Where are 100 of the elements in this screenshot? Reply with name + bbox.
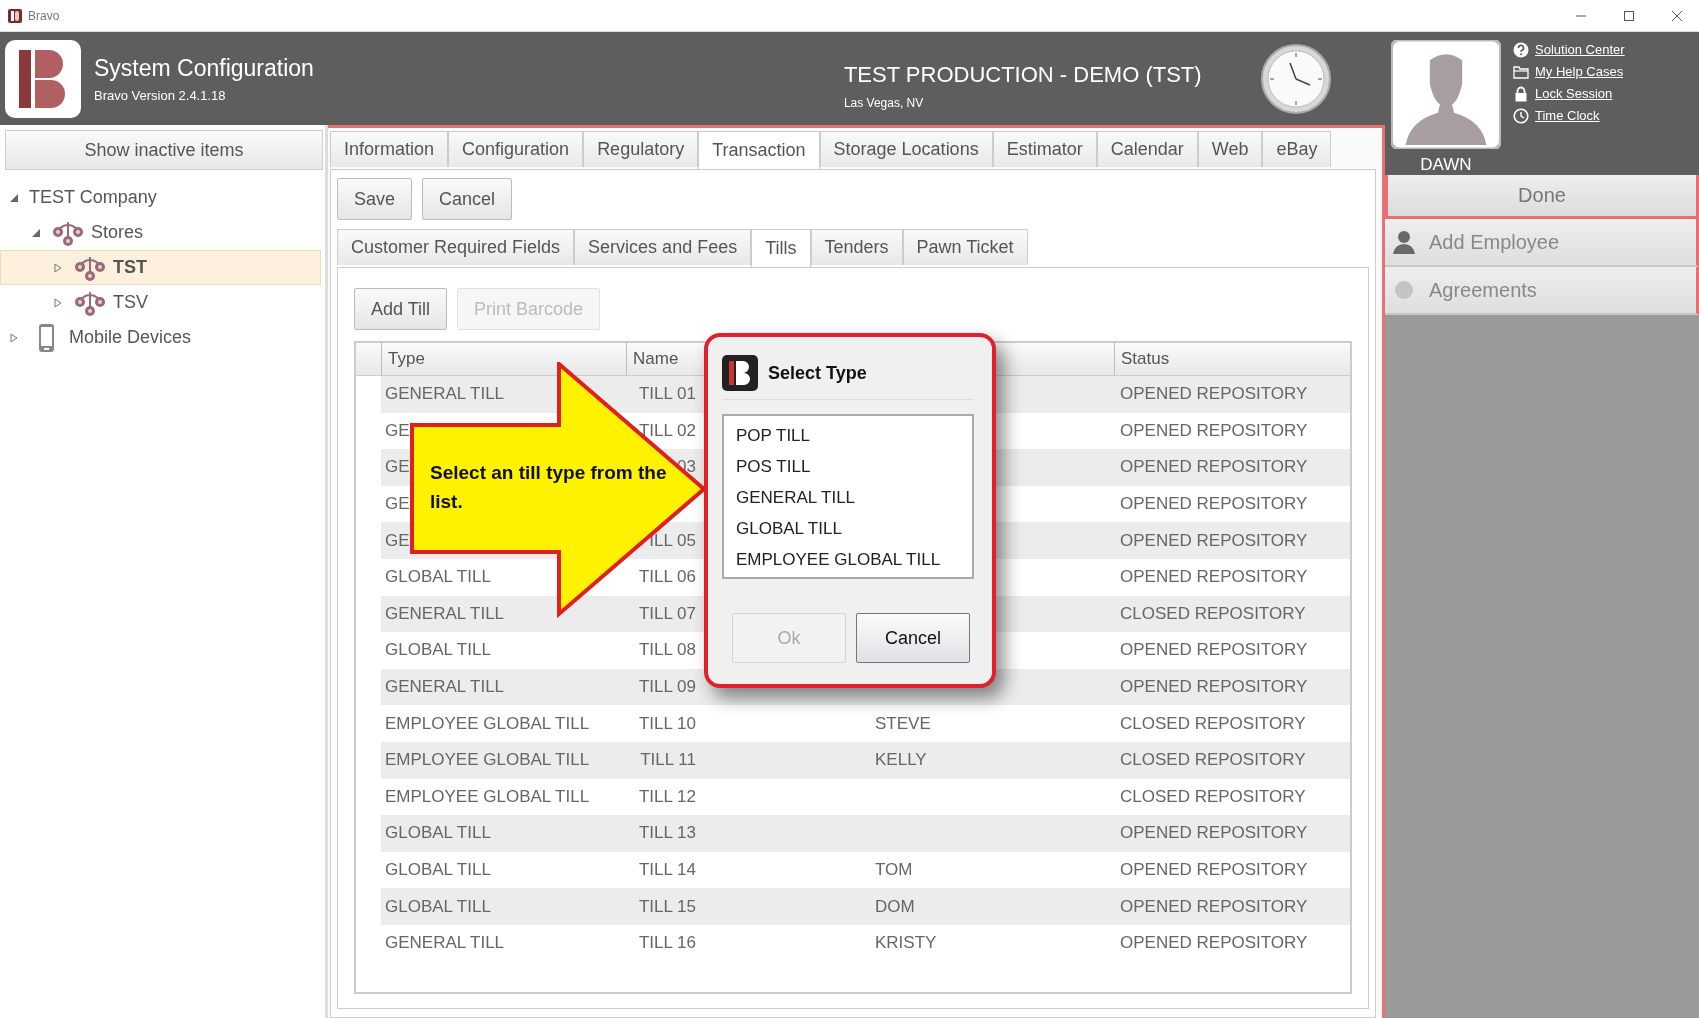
- table-cell: EMPLOYEE GLOBAL TILL: [385, 786, 590, 807]
- tree-label: TST: [113, 257, 147, 278]
- app-title: System Configuration: [94, 54, 314, 82]
- clock-icon: [1513, 107, 1529, 124]
- table-cell: OPENED REPOSITORY: [1120, 860, 1308, 880]
- clock-icon: [1259, 42, 1332, 115]
- list-item[interactable]: POS TILL: [736, 451, 972, 482]
- callout-text: Select an till type from the list.: [430, 461, 668, 514]
- table-cell: OPENED REPOSITORY: [1120, 677, 1308, 698]
- tab[interactable]: Web: [1197, 131, 1263, 167]
- table-cell: OPENED REPOSITORY: [1120, 457, 1308, 478]
- table-cell: OPENED REPOSITORY: [1120, 640, 1308, 661]
- tree-item[interactable]: TST: [0, 250, 321, 285]
- table-cell: ILL 05: [649, 530, 696, 551]
- table-cell: OPENED REPOSITORY: [1120, 420, 1308, 441]
- tab[interactable]: Tills: [751, 229, 811, 267]
- tree-label: Mobile Devices: [69, 327, 192, 348]
- tab[interactable]: Regulatory: [583, 131, 699, 167]
- tree-label: Stores: [91, 222, 144, 243]
- dialog-title: Select Type: [768, 362, 867, 384]
- table-cell: OPENED REPOSITORY: [1120, 384, 1308, 405]
- table-cell: GE: [385, 420, 410, 441]
- list-item[interactable]: GENERAL TILL: [736, 482, 972, 513]
- dialog-button[interactable]: Cancel: [856, 613, 970, 663]
- help-icon: [1513, 41, 1529, 58]
- table-cell: GE: [385, 457, 410, 478]
- table-cell: TILL 09: [638, 677, 696, 698]
- table-cell: GENERAL TILL: [385, 933, 505, 954]
- maximize-icon[interactable]: [1623, 9, 1635, 22]
- tab[interactable]: Estimator: [992, 131, 1097, 167]
- list-item[interactable]: POP TILL: [736, 420, 972, 451]
- close-icon[interactable]: [1671, 9, 1683, 22]
- table-cell: OPENED REPOSITORY: [1120, 530, 1308, 551]
- tree-label: TEST Company: [29, 187, 157, 208]
- table-cell: TOM: [875, 860, 913, 880]
- help-link[interactable]: Time Clock: [1535, 108, 1600, 123]
- table-cell: DOM: [875, 896, 915, 917]
- expander-icon[interactable]: [53, 297, 63, 308]
- table-cell: CLOSED REPOSITORY: [1120, 603, 1306, 624]
- table-cell: GENERAL TILL: [385, 603, 505, 624]
- list-item[interactable]: EMPLOYEE GLOBAL TILL: [736, 544, 972, 575]
- table-cell: CLOSED REPOSITORY: [1120, 786, 1306, 807]
- table-cell: GLOBAL TILL: [385, 640, 491, 661]
- table-cell: TILL 06: [638, 567, 696, 588]
- tab[interactable]: Tenders: [810, 229, 903, 265]
- tree-label: TSV: [113, 292, 148, 313]
- table-cell: GE: [385, 494, 410, 515]
- table-cell: TILL 12: [638, 786, 696, 807]
- table-cell: TILL 13: [638, 823, 696, 844]
- column-header[interactable]: Status: [1114, 343, 1350, 375]
- table-cell: OPENED REPOSITORY: [1120, 494, 1308, 515]
- tab[interactable]: Customer Required Fields: [337, 229, 575, 265]
- table-cell: TILL 07: [638, 603, 696, 624]
- action-button[interactable]: Cancel: [422, 178, 513, 220]
- user-name: DAWN: [1420, 155, 1472, 175]
- tab[interactable]: Services and Fees: [574, 229, 752, 265]
- help-link[interactable]: Lock Session: [1535, 86, 1613, 101]
- done-button[interactable]: Done: [1385, 175, 1699, 219]
- table-cell: KELLY: [875, 750, 927, 771]
- expander-icon[interactable]: [9, 332, 19, 343]
- table-cell: OPENED REPOSITORY: [1120, 896, 1308, 917]
- tree-item[interactable]: TEST Company: [0, 180, 321, 215]
- tree-item[interactable]: Stores: [0, 215, 321, 250]
- table-cell: GLOBAL TILL: [385, 567, 491, 588]
- person-icon: [1391, 229, 1417, 255]
- tab[interactable]: Configuration: [448, 131, 584, 167]
- table-cell: EMPLOYEE GLOBAL TILL: [385, 750, 590, 771]
- tab[interactable]: eBay: [1262, 131, 1332, 167]
- table-cell: GLOBAL TILL: [385, 896, 491, 917]
- expander-icon[interactable]: [31, 227, 41, 238]
- table-cell: TILL 16: [638, 933, 696, 954]
- tab[interactable]: Pawn Ticket: [902, 229, 1028, 265]
- table-cell: STEVE: [875, 713, 931, 734]
- table-cell: OPENED REPOSITORY: [1120, 567, 1308, 588]
- table-cell: GENERAL TILL: [385, 677, 505, 698]
- tab[interactable]: Transaction: [698, 131, 820, 169]
- till-button[interactable]: Add Till: [354, 288, 448, 330]
- help-link[interactable]: My Help Cases: [1535, 64, 1624, 79]
- table-cell: GLOBAL TILL: [385, 860, 491, 880]
- environment-title: TEST PRODUCTION - DEMO (TST): [843, 61, 1202, 88]
- list-item[interactable]: GLOBAL TILL: [736, 513, 972, 544]
- lock-icon: [1513, 85, 1529, 102]
- app-icon: [8, 8, 22, 23]
- help-link[interactable]: Solution Center: [1535, 42, 1625, 57]
- tab[interactable]: Storage Locations: [819, 131, 993, 167]
- expander-icon[interactable]: [53, 262, 63, 273]
- action-button[interactable]: Save: [337, 178, 413, 220]
- tree-item[interactable]: TSV: [0, 285, 321, 320]
- version-text: Bravo Version 2.4.1.18: [94, 87, 227, 103]
- location-text: Las Vegas, NV: [843, 95, 925, 110]
- table-cell: CLOSED REPOSITORY: [1120, 750, 1306, 771]
- table-cell: TILL 01: [638, 384, 696, 405]
- table-cell: EMPLOYEE GLOBAL TILL: [385, 713, 590, 734]
- window-title: Bravo: [28, 8, 60, 23]
- tree-item[interactable]: Mobile Devices: [0, 320, 321, 355]
- tab[interactable]: Information: [330, 131, 449, 167]
- table-cell: TILL 02: [638, 420, 696, 441]
- logo-icon: [722, 355, 758, 391]
- expander-icon[interactable]: [9, 192, 19, 203]
- tab[interactable]: Calendar: [1096, 131, 1198, 167]
